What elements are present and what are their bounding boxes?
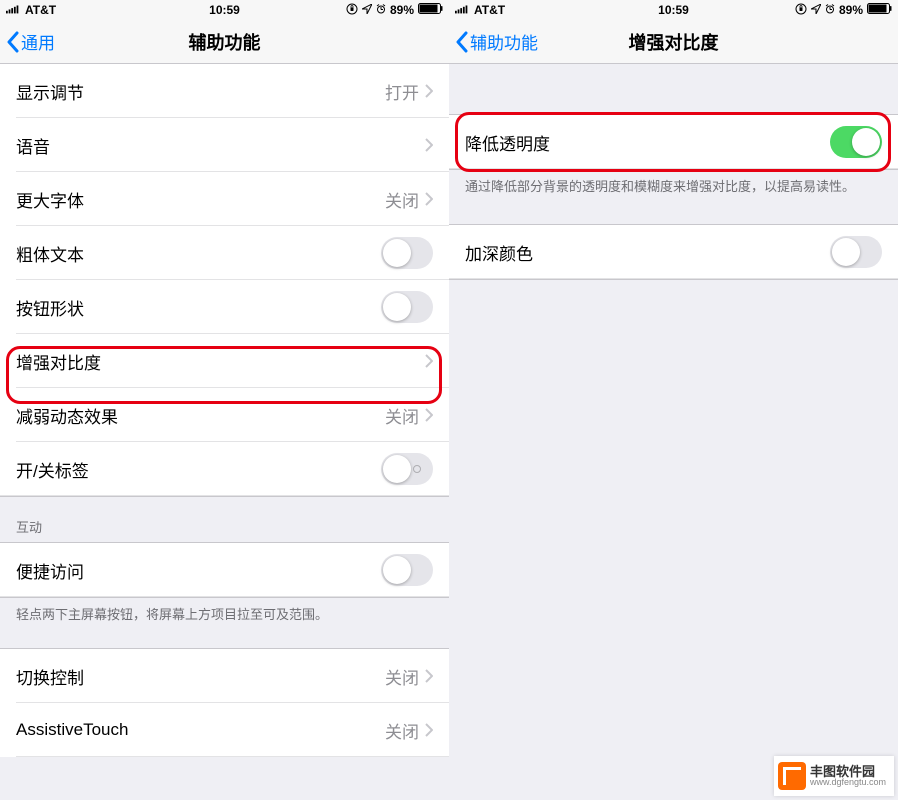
row-value: 关闭 (385, 187, 419, 212)
row-larger-text[interactable]: 更大字体 关闭 (0, 172, 449, 226)
row-button-shapes[interactable]: 按钮形状 (0, 280, 449, 334)
battery-percent: 89% (839, 3, 863, 17)
row-voice[interactable]: 语音 (0, 118, 449, 172)
back-label: 辅助功能 (470, 29, 538, 54)
status-bar: AT&T 10:59 89% (0, 0, 449, 20)
chevron-right-icon (425, 723, 433, 737)
chevron-left-icon (6, 31, 19, 53)
watermark: 丰图软件园 www.dgfengtu.com (774, 756, 894, 796)
nav-bar: 通用 辅助功能 (0, 20, 449, 64)
row-label: 按钮形状 (16, 295, 381, 320)
phone-left: AT&T 10:59 89% 通用 辅助功能 显示调节 打开 (0, 0, 449, 800)
row-reduce-motion[interactable]: 减弱动态效果 关闭 (0, 388, 449, 442)
row-switch-control[interactable]: 切换控制 关闭 (0, 649, 449, 703)
toggle-darken-colors[interactable] (830, 236, 882, 268)
battery-icon (867, 3, 892, 17)
location-icon (362, 3, 372, 17)
battery-icon (418, 3, 443, 17)
row-assistive-touch[interactable]: AssistiveTouch 关闭 (0, 703, 449, 757)
row-label: 语音 (16, 133, 425, 158)
row-reachability[interactable]: 便捷访问 (0, 543, 449, 597)
battery-percent: 89% (390, 3, 414, 17)
row-increase-contrast[interactable]: 增强对比度 (0, 334, 449, 388)
chevron-right-icon (425, 354, 433, 368)
toggle-reduce-transparency[interactable] (830, 126, 882, 158)
list-section-3: 切换控制 关闭 AssistiveTouch 关闭 (0, 648, 449, 757)
watermark-url: www.dgfengtu.com (810, 778, 886, 787)
row-label: 增强对比度 (16, 349, 425, 374)
alarm-icon (825, 3, 835, 17)
row-value: 关闭 (385, 664, 419, 689)
phone-right: AT&T 10:59 89% 辅助功能 增强对比度 降低透明度 (449, 0, 898, 800)
row-label: 加深颜色 (465, 240, 830, 265)
row-label: 减弱动态效果 (16, 403, 385, 428)
chevron-right-icon (425, 408, 433, 422)
lock-rotation-icon (795, 3, 807, 18)
toggle-onoff-labels[interactable] (381, 453, 433, 485)
footnote-reduce-transparency: 通过降低部分背景的透明度和模糊度来增强对比度，以提高易读性。 (449, 170, 898, 196)
carrier-label: AT&T (474, 3, 505, 17)
chevron-right-icon (425, 84, 433, 98)
back-label: 通用 (21, 29, 55, 54)
back-button[interactable]: 通用 (0, 29, 55, 54)
list-section-2: 便捷访问 (0, 542, 449, 598)
list-section-1: 显示调节 打开 语音 更大字体 关闭 粗体文本 按钮形状 (0, 64, 449, 497)
nav-bar: 辅助功能 增强对比度 (449, 20, 898, 64)
row-display[interactable]: 显示调节 打开 (0, 64, 449, 118)
list-reduce-transparency: 降低透明度 (449, 114, 898, 170)
row-label: 粗体文本 (16, 241, 381, 266)
alarm-icon (376, 3, 386, 17)
chevron-right-icon (425, 192, 433, 206)
row-label: 切换控制 (16, 664, 385, 689)
chevron-left-icon (455, 31, 468, 53)
watermark-logo-icon (778, 762, 806, 790)
toggle-reachability[interactable] (381, 554, 433, 586)
signal-icon (455, 3, 470, 17)
chevron-right-icon (425, 669, 433, 683)
row-label: 开/关标签 (16, 457, 381, 482)
location-icon (811, 3, 821, 17)
row-value: 关闭 (385, 718, 419, 743)
list-darken-colors: 加深颜色 (449, 224, 898, 280)
row-label: AssistiveTouch (16, 720, 385, 740)
row-onoff-labels[interactable]: 开/关标签 (0, 442, 449, 496)
status-bar: AT&T 10:59 89% (449, 0, 898, 20)
row-label: 便捷访问 (16, 558, 381, 583)
carrier-label: AT&T (25, 3, 56, 17)
row-label: 显示调节 (16, 79, 385, 104)
row-label: 降低透明度 (465, 130, 830, 155)
toggle-button-shapes[interactable] (381, 291, 433, 323)
row-value: 打开 (385, 79, 419, 104)
lock-rotation-icon (346, 3, 358, 18)
section-header-interaction: 互动 (0, 497, 449, 542)
back-button[interactable]: 辅助功能 (449, 29, 538, 54)
row-darken-colors[interactable]: 加深颜色 (449, 225, 898, 279)
chevron-right-icon (425, 138, 433, 152)
nav-title: 辅助功能 (0, 29, 449, 55)
row-label: 更大字体 (16, 187, 385, 212)
row-value: 关闭 (385, 403, 419, 428)
row-bold-text[interactable]: 粗体文本 (0, 226, 449, 280)
footnote-reachability: 轻点两下主屏幕按钮，将屏幕上方项目拉至可及范围。 (0, 598, 449, 624)
toggle-bold-text[interactable] (381, 237, 433, 269)
row-reduce-transparency[interactable]: 降低透明度 (449, 115, 898, 169)
signal-icon (6, 3, 21, 17)
